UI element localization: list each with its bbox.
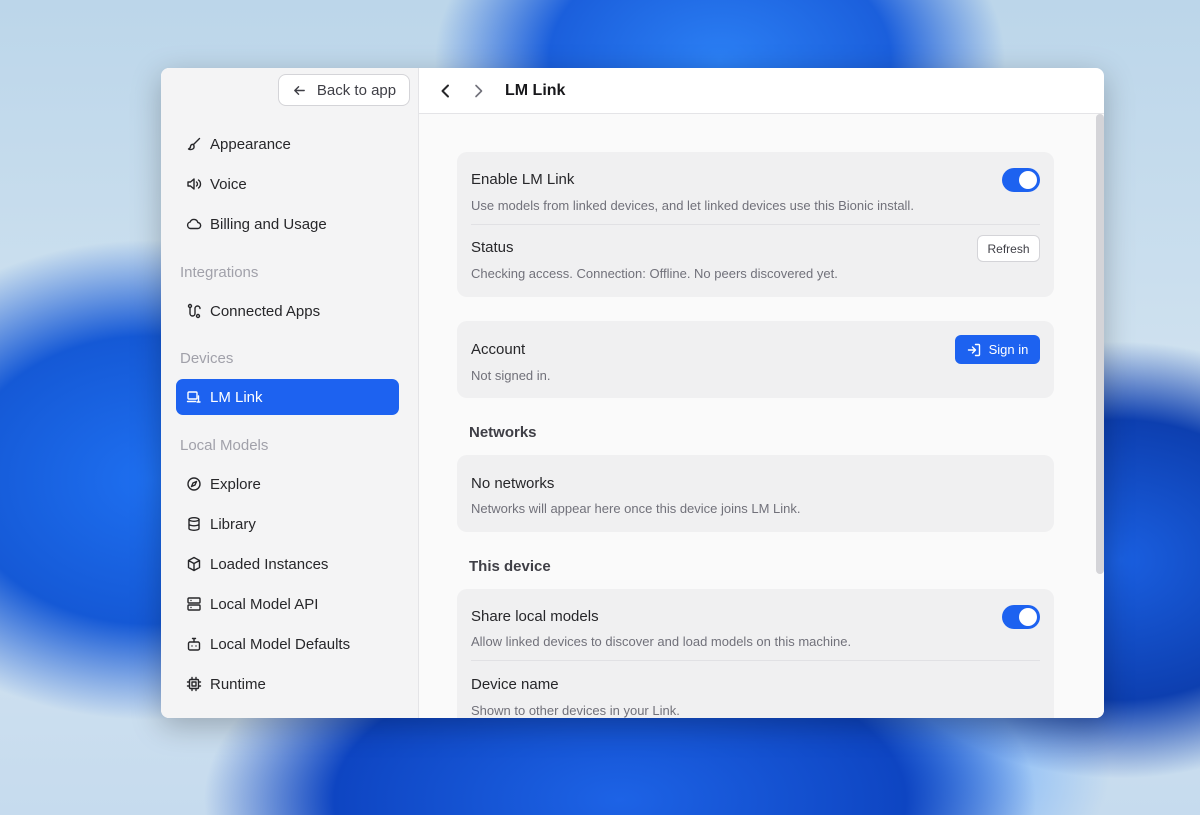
sidebar-item-label: Local Model API [210, 595, 319, 613]
database-icon [188, 517, 200, 531]
settings-window: Back to app Appearance Voice Billing and… [161, 68, 1104, 718]
share-local-models-title: Share local models [471, 608, 599, 625]
sidebar-item-loaded-instances[interactable]: Loaded Instances [176, 546, 399, 582]
page-title: LM Link [505, 81, 566, 99]
sign-in-label: Sign in [988, 342, 1029, 357]
sidebar-item-label: Loaded Instances [210, 555, 329, 573]
share-local-models-toggle[interactable] [1002, 605, 1040, 629]
content-scrollbar[interactable] [1096, 114, 1104, 574]
status-desc: Checking access. Connection: Offline. No… [471, 266, 838, 281]
chevron-left-icon[interactable] [437, 82, 455, 100]
account-title: Account [471, 341, 526, 358]
no-networks-desc: Networks will appear here once this devi… [471, 501, 801, 516]
route-icon [187, 303, 201, 319]
networks-heading: Networks [469, 424, 537, 441]
enable-lm-link-desc: Use models from linked devices, and let … [471, 198, 914, 213]
sidebar-item-label: Appearance [210, 135, 291, 153]
brush-icon [187, 137, 201, 151]
sign-in-button[interactable]: Sign in [955, 335, 1040, 364]
sidebar-item-appearance[interactable]: Appearance [176, 126, 399, 162]
sidebar-item-local-model-api[interactable]: Local Model API [176, 586, 399, 622]
device-name-row: Device name Shown to other devices in yo… [457, 661, 1054, 718]
box-icon [187, 556, 201, 572]
arrow-left-icon [294, 85, 305, 95]
header-bar: LM Link [419, 68, 1104, 114]
sidebar-item-label: Explore [210, 475, 261, 493]
speaker-icon [187, 178, 202, 190]
back-to-app-button[interactable]: Back to app [278, 74, 410, 106]
devices-icon [186, 391, 201, 403]
sidebar-item-local-model-defaults[interactable]: Local Model Defaults [176, 626, 399, 662]
sidebar-item-explore[interactable]: Explore [176, 466, 399, 502]
sign-in-icon [967, 343, 980, 356]
share-local-models-row: Share local models Allow linked devices … [457, 589, 1054, 661]
sidebar-item-label: Runtime [210, 675, 266, 693]
section-label-devices: Devices [180, 350, 234, 367]
this-device-heading: This device [469, 558, 551, 575]
refresh-button[interactable]: Refresh [977, 235, 1040, 262]
share-local-models-desc: Allow linked devices to discover and loa… [471, 634, 852, 649]
bot-icon [187, 637, 201, 651]
settings-content: Enable LM Link Use models from linked de… [419, 114, 1104, 718]
main-panel: LM Link Enable LM Link Use models from l… [419, 68, 1104, 718]
enable-lm-link-row: Enable LM Link Use models from linked de… [457, 152, 1054, 224]
back-to-app-label: Back to app [316, 81, 397, 99]
this-device-card: Share local models Allow linked devices … [457, 589, 1054, 718]
device-name-title: Device name [471, 676, 559, 693]
sidebar-item-label: Connected Apps [210, 302, 321, 320]
server-icon [187, 597, 201, 611]
enable-lm-link-toggle[interactable] [1002, 168, 1040, 192]
sidebar-item-runtime[interactable]: Runtime [176, 666, 399, 702]
sidebar-item-voice[interactable]: Voice [176, 166, 399, 202]
cloud-icon [186, 218, 202, 230]
chevron-right-icon[interactable] [469, 82, 487, 100]
lm-link-card: Enable LM Link Use models from linked de… [457, 152, 1054, 297]
section-label-integrations: Integrations [180, 264, 259, 281]
sidebar-item-billing[interactable]: Billing and Usage [176, 206, 399, 242]
sidebar-item-label: Local Model Defaults [210, 635, 351, 653]
no-networks-title: No networks [471, 475, 555, 492]
sidebar: Back to app Appearance Voice Billing and… [161, 68, 419, 718]
cpu-icon [186, 676, 202, 692]
compass-icon [187, 477, 201, 491]
enable-lm-link-title: Enable LM Link [471, 171, 575, 188]
sidebar-item-lm-link[interactable]: LM Link [176, 379, 399, 415]
status-row: Status Checking access. Connection: Offl… [457, 225, 1054, 297]
sidebar-item-label: Billing and Usage [210, 215, 327, 233]
networks-card: No networks Networks will appear here on… [457, 455, 1054, 532]
section-label-local-models: Local Models [180, 437, 269, 454]
sidebar-item-label: LM Link [210, 388, 263, 406]
sidebar-item-label: Library [210, 515, 256, 533]
device-name-desc: Shown to other devices in your Link. [471, 703, 680, 718]
sidebar-item-connected-apps[interactable]: Connected Apps [176, 293, 399, 329]
status-title: Status [471, 239, 514, 256]
sidebar-item-label: Voice [210, 175, 247, 193]
sidebar-item-library[interactable]: Library [176, 506, 399, 542]
account-desc: Not signed in. [471, 368, 551, 383]
account-card: Account Not signed in. Sign in [457, 321, 1054, 398]
